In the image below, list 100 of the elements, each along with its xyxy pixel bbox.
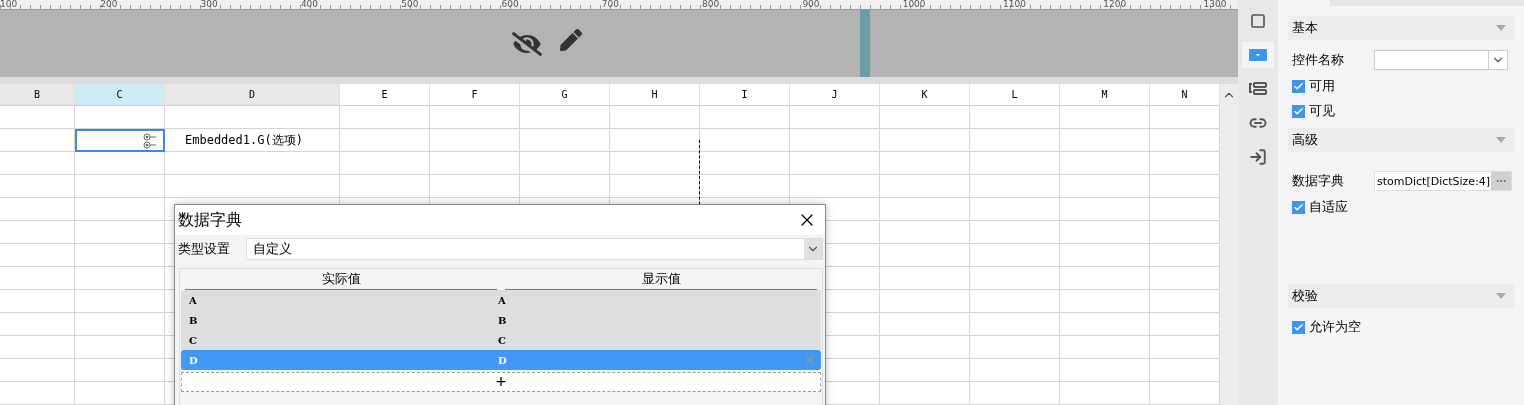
table-row[interactable]: C C — [181, 330, 821, 350]
grid-cell[interactable] — [880, 221, 970, 244]
grid-cell[interactable] — [970, 175, 1060, 198]
grid-cell[interactable] — [970, 336, 1060, 359]
checkbox[interactable] — [1292, 79, 1305, 93]
add-row-button[interactable]: + — [181, 372, 821, 392]
column-header[interactable]: C — [75, 84, 165, 106]
grid-cell[interactable] — [75, 267, 165, 290]
grid-cell[interactable] — [880, 382, 970, 405]
grid-cell[interactable] — [970, 221, 1060, 244]
grid-cell[interactable] — [1060, 382, 1150, 405]
grid-cell[interactable] — [1060, 290, 1150, 313]
grid-cell[interactable] — [880, 313, 970, 336]
delete-icon[interactable] — [804, 354, 816, 366]
grid-cell[interactable] — [970, 267, 1060, 290]
grid-cell[interactable] — [700, 129, 790, 152]
grid-cell[interactable] — [790, 106, 880, 129]
checkbox[interactable] — [1292, 104, 1305, 118]
grid-cell[interactable] — [970, 106, 1060, 129]
grid-cell[interactable] — [880, 244, 970, 267]
grid-cell[interactable] — [1060, 152, 1150, 175]
column-header[interactable]: H — [610, 84, 700, 106]
grid-cell[interactable] — [165, 175, 340, 198]
grid-cell[interactable] — [790, 129, 880, 152]
grid-cell[interactable] — [970, 152, 1060, 175]
grid-cell[interactable] — [0, 313, 75, 336]
grid-cell[interactable] — [880, 175, 970, 198]
grid-cell[interactable] — [1060, 244, 1150, 267]
grid-cell[interactable] — [520, 106, 610, 129]
grid-cell[interactable] — [970, 129, 1060, 152]
grid-cell[interactable] — [340, 152, 430, 175]
name-combo-field[interactable] — [1374, 50, 1508, 70]
grid-cell[interactable] — [75, 221, 165, 244]
grid-cell[interactable] — [1060, 175, 1150, 198]
grid-cell[interactable] — [790, 175, 880, 198]
column-header[interactable]: M — [1060, 84, 1150, 106]
column-header[interactable]: F — [430, 84, 520, 106]
grid-cell[interactable] — [0, 336, 75, 359]
column-header[interactable]: L — [970, 84, 1060, 106]
column-header[interactable]: N — [1150, 84, 1220, 106]
grid-cell[interactable] — [1060, 106, 1150, 129]
grid-cell[interactable] — [0, 152, 75, 175]
dictionary-field[interactable]: stomDict[DictSize:4] — [1374, 171, 1512, 191]
grid-cell[interactable] — [430, 152, 520, 175]
splitter-handle[interactable] — [860, 10, 870, 78]
grid-cell[interactable] — [0, 198, 75, 221]
grid-cell[interactable] — [340, 129, 430, 152]
grid-cell[interactable] — [1060, 129, 1150, 152]
grid-cell[interactable] — [610, 152, 700, 175]
grid-cell[interactable] — [430, 175, 520, 198]
column-header[interactable]: I — [700, 84, 790, 106]
grid-cell[interactable] — [700, 106, 790, 129]
table-row[interactable]: B B — [181, 310, 821, 330]
scrollbar[interactable] — [1220, 84, 1238, 405]
grid-cell[interactable] — [700, 175, 790, 198]
grid-cell[interactable] — [0, 106, 75, 129]
grid-cell[interactable] — [75, 152, 165, 175]
grid-cell[interactable] — [880, 152, 970, 175]
sidebar-tab[interactable] — [1242, 42, 1274, 68]
grid-cell[interactable] — [340, 106, 430, 129]
column-header[interactable]: K — [880, 84, 970, 106]
grid-cell[interactable] — [430, 129, 520, 152]
grid-cell[interactable] — [790, 152, 880, 175]
column-header[interactable]: J — [790, 84, 880, 106]
grid-cell[interactable] — [1060, 313, 1150, 336]
grid-cell[interactable] — [75, 106, 165, 129]
checkbox[interactable] — [1292, 200, 1305, 214]
grid-cell[interactable] — [970, 382, 1060, 405]
grid-cell[interactable] — [970, 359, 1060, 382]
grid-cell[interactable] — [970, 313, 1060, 336]
section-header[interactable]: 基本 — [1288, 16, 1514, 40]
grid-cell[interactable] — [1060, 221, 1150, 244]
grid-cell[interactable] — [0, 244, 75, 267]
grid-cell[interactable] — [165, 106, 340, 129]
grid-cell[interactable]: Embedded1.G(选项) — [165, 129, 340, 152]
grid-cell[interactable] — [75, 313, 165, 336]
grid-cell[interactable] — [0, 267, 75, 290]
grid-cell[interactable] — [970, 244, 1060, 267]
grid-cell[interactable] — [970, 198, 1060, 221]
grid-cell[interactable] — [880, 267, 970, 290]
grid-cell[interactable] — [75, 244, 165, 267]
grid-cell[interactable] — [610, 175, 700, 198]
column-header[interactable]: G — [520, 84, 610, 106]
pencil-icon[interactable] — [560, 28, 582, 51]
grid-cell[interactable] — [0, 129, 75, 152]
grid-cell[interactable] — [700, 152, 790, 175]
grid-cell[interactable] — [880, 336, 970, 359]
grid-cell[interactable] — [75, 359, 165, 382]
grid-cell[interactable] — [1060, 336, 1150, 359]
grid-cell[interactable] — [880, 106, 970, 129]
grid-cell[interactable] — [1060, 359, 1150, 382]
grid-cell[interactable] — [880, 129, 970, 152]
type-select[interactable]: 自定义 — [246, 238, 823, 260]
grid-cell[interactable] — [0, 359, 75, 382]
grid-cell[interactable] — [610, 106, 700, 129]
more-button[interactable] — [1491, 172, 1511, 190]
table-row[interactable]: A A — [181, 290, 821, 310]
selected-cell[interactable] — [75, 129, 165, 152]
grid-cell[interactable] — [880, 290, 970, 313]
grid-cell[interactable] — [430, 106, 520, 129]
